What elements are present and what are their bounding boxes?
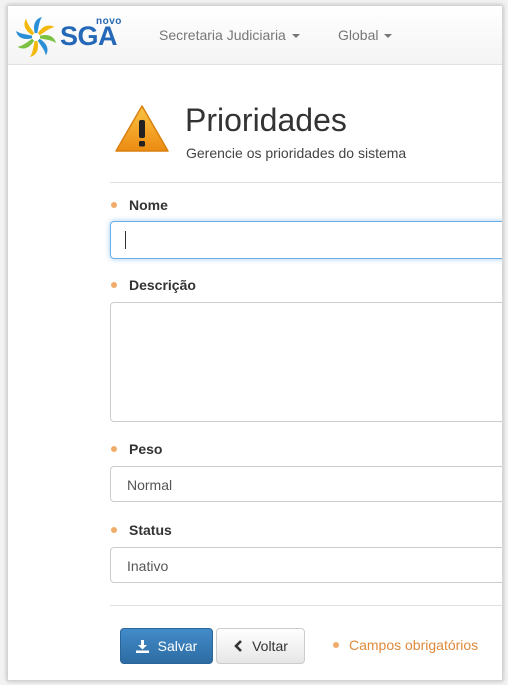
header-divider bbox=[110, 182, 502, 183]
nome-label-text: Nome bbox=[129, 197, 168, 213]
brand-name: SGA bbox=[60, 21, 118, 51]
required-dot-icon bbox=[111, 282, 117, 289]
text-cursor bbox=[125, 231, 126, 249]
sga-swirl-icon bbox=[16, 17, 56, 57]
nav-item-label: Global bbox=[338, 27, 379, 43]
page-title: Prioridades bbox=[185, 102, 347, 138]
required-legend-text: Campos obrigatórios bbox=[349, 637, 479, 653]
nome-input[interactable] bbox=[110, 221, 502, 259]
required-dot-icon bbox=[333, 642, 339, 649]
caret-down-icon bbox=[384, 34, 393, 39]
nav-item-label: Secretaria Judiciaria bbox=[159, 27, 286, 43]
save-button-label: Salvar bbox=[157, 638, 198, 654]
required-dot-icon bbox=[111, 202, 117, 209]
peso-select-value: Normal bbox=[127, 477, 173, 493]
chevron-left-icon bbox=[234, 640, 243, 652]
page-subtitle: Gerencie os prioridades do sistema bbox=[186, 145, 407, 161]
save-button[interactable]: Salvar bbox=[120, 628, 213, 664]
status-select-value: Inativo bbox=[127, 558, 169, 574]
status-label-text: Status bbox=[129, 522, 172, 538]
descricao-label-text: Descrição bbox=[129, 277, 196, 293]
navbar: novo SGA Secretaria Judiciaria Global bbox=[8, 6, 502, 65]
required-fields-legend: Campos obrigatórios bbox=[333, 637, 478, 653]
download-icon bbox=[135, 639, 149, 653]
nav-dropdown-unidade[interactable]: Secretaria Judiciaria bbox=[159, 27, 300, 43]
descricao-textarea[interactable] bbox=[110, 302, 502, 422]
required-dot-icon bbox=[111, 446, 117, 453]
required-dot-icon bbox=[111, 527, 117, 534]
brand-logo[interactable]: novo SGA bbox=[14, 15, 124, 59]
peso-label-text: Peso bbox=[129, 441, 163, 457]
app-window: novo SGA Secretaria Judiciaria Global Pr… bbox=[7, 5, 503, 681]
nav-dropdown-global[interactable]: Global bbox=[338, 27, 393, 43]
status-label: Status bbox=[111, 522, 172, 538]
form-divider bbox=[110, 605, 502, 606]
nome-label: Nome bbox=[111, 197, 168, 213]
descricao-label: Descrição bbox=[111, 277, 196, 293]
peso-select[interactable]: Normal bbox=[110, 466, 502, 502]
back-button[interactable]: Voltar bbox=[216, 628, 305, 664]
status-select[interactable]: Inativo bbox=[110, 547, 502, 583]
peso-label: Peso bbox=[111, 441, 162, 457]
back-button-label: Voltar bbox=[252, 638, 288, 654]
warning-icon bbox=[115, 105, 169, 152]
caret-down-icon bbox=[291, 34, 300, 39]
